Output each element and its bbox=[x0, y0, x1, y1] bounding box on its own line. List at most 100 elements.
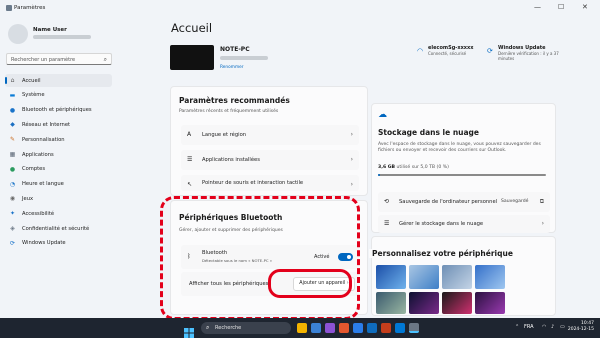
search-input[interactable]: Rechercher un paramètre ⌕ bbox=[6, 53, 112, 65]
sidebar-item-label: Jeux bbox=[22, 195, 34, 202]
sidebar-item-globe[interactable]: ◔ Heure et langue bbox=[5, 178, 112, 191]
theme-thumb-3[interactable] bbox=[442, 265, 472, 289]
sidebar-item-bluetooth[interactable]: ● Bluetooth et périphériques bbox=[5, 104, 112, 117]
file-explorer-icon[interactable] bbox=[297, 323, 307, 333]
settings-taskbar-icon[interactable] bbox=[409, 323, 419, 333]
backup-row[interactable]: ⟲ Sauvegarde de l'ordinateur personnel S… bbox=[378, 192, 550, 212]
device-image bbox=[170, 45, 214, 70]
rec-item-language[interactable]: A Langue et région › bbox=[181, 125, 359, 145]
theme-thumb-6[interactable] bbox=[409, 292, 439, 314]
recommended-title: Paramètres recommandés bbox=[179, 96, 290, 105]
theme-thumb-5[interactable] bbox=[376, 292, 406, 314]
store-icon[interactable] bbox=[353, 323, 363, 333]
cloud-used-amount: 3,6 GB bbox=[378, 165, 396, 170]
wifi-tray-icon[interactable]: ◠ bbox=[542, 324, 546, 330]
cloud-title: Stockage dans le nuage bbox=[378, 128, 480, 137]
volume-icon[interactable]: ♪ bbox=[551, 324, 554, 330]
theme-thumb-8[interactable] bbox=[475, 292, 505, 314]
sidebar-item-label: Personnalisation bbox=[22, 136, 65, 143]
sidebar-item-apps[interactable]: ▦ Applications bbox=[5, 148, 112, 161]
close-button[interactable]: ✕ bbox=[582, 3, 588, 11]
avatar[interactable] bbox=[8, 24, 28, 44]
recommended-card: Paramètres recommandés Paramètres récent… bbox=[170, 86, 368, 196]
wifi-icon: ◠ bbox=[417, 47, 424, 55]
apps-list-icon: ☰ bbox=[187, 156, 193, 163]
sidebar-item-accessibility[interactable]: ✦ Accessibilité bbox=[5, 207, 112, 220]
bluetooth-highlight bbox=[160, 196, 360, 320]
main-content: Accueil NOTE-PC Renommer ◠ elecomSg-xxxx… bbox=[160, 18, 600, 320]
taskbar: ⌕ Recherche ⌃ FRA ◠ ♪ ▭ 10:47 2024-12-15 bbox=[0, 318, 600, 338]
rename-link[interactable]: Renommer bbox=[220, 65, 244, 70]
language-icon: A bbox=[187, 131, 192, 138]
monitor-icon: ▬ bbox=[9, 91, 16, 99]
backup-icon: ⟲ bbox=[384, 198, 390, 205]
sidebar-item-label: Accueil bbox=[22, 77, 41, 84]
rec-item-installed-apps[interactable]: ☰ Applications installées › bbox=[181, 150, 359, 170]
user-name: Name User bbox=[33, 27, 67, 33]
sidebar-item-label: Confidentialité et sécurité bbox=[22, 225, 90, 232]
cloud-storage-card: ☁ Stockage dans le nuage Avec l'espace d… bbox=[371, 103, 556, 233]
maximize-button[interactable]: ☐ bbox=[558, 3, 564, 11]
manage-storage-icon: ☰ bbox=[384, 220, 390, 227]
cloud-description: Avec l'espace de stockage dans le nuage,… bbox=[378, 142, 541, 153]
cloud-icon: ☁ bbox=[378, 110, 387, 120]
sidebar-item-update[interactable]: ⟳ Windows Update bbox=[5, 237, 112, 250]
device-name: NOTE-PC bbox=[220, 46, 250, 53]
taskbar-search-label: Recherche bbox=[215, 324, 242, 331]
accessibility-icon: ✦ bbox=[9, 210, 16, 218]
cloud-used-suffix: utilisé sur 5,0 TB (0 %) bbox=[396, 165, 449, 170]
pointer-icon: ↖ bbox=[187, 181, 193, 188]
wifi-icon: ◆ bbox=[10, 121, 15, 129]
device-model-redacted bbox=[220, 56, 268, 60]
gamepad-icon: ◉ bbox=[9, 195, 16, 203]
language-indicator[interactable]: FRA bbox=[524, 324, 534, 330]
title-bar: Paramètres — ☐ ✕ bbox=[0, 0, 600, 18]
home-icon: ⌂ bbox=[10, 77, 15, 84]
taskbar-search[interactable]: ⌕ Recherche bbox=[201, 322, 291, 334]
sidebar-item-label: Bluetooth et périphériques bbox=[22, 107, 92, 114]
theme-thumb-4[interactable] bbox=[475, 265, 505, 289]
manage-cloud-row[interactable]: ☰ Gérer le stockage dans le nuage › bbox=[378, 215, 550, 233]
sidebar-item-label: Heure et langue bbox=[22, 181, 64, 188]
sidebar-item-brush[interactable]: ✎ Personnalisation bbox=[5, 133, 112, 146]
sidebar-item-monitor[interactable]: ▬ Système bbox=[5, 89, 112, 102]
update-icon: ⟳ bbox=[9, 239, 16, 247]
bluetooth-icon: ● bbox=[9, 106, 16, 114]
account-icon: ● bbox=[9, 165, 16, 173]
clock[interactable]: 10:47 2024-12-15 bbox=[568, 321, 594, 333]
sidebar-item-home[interactable]: ⌂ Accueil bbox=[5, 74, 112, 87]
start-button[interactable] bbox=[184, 323, 194, 338]
sidebar-item-label: Système bbox=[22, 92, 45, 99]
sidebar-item-account[interactable]: ● Comptes bbox=[5, 163, 112, 176]
sidebar-item-label: Applications bbox=[22, 151, 54, 158]
cloud-usage: 3,6 GB utilisé sur 5,0 TB (0 %) bbox=[378, 165, 449, 170]
apps-icon: ▦ bbox=[9, 151, 16, 158]
search-icon: ⌕ bbox=[103, 56, 107, 63]
tray-chevron-icon[interactable]: ⌃ bbox=[515, 324, 519, 330]
edge-icon[interactable] bbox=[311, 323, 321, 333]
sidebar-item-shield[interactable]: ◈ Confidentialité et sécurité bbox=[5, 222, 112, 235]
battery-icon[interactable]: ▭ bbox=[560, 324, 565, 330]
app-icon-7[interactable] bbox=[381, 323, 391, 333]
brush-icon: ✎ bbox=[9, 136, 16, 144]
rec-item-pointer[interactable]: ↖ Pointeur de souris et interaction tact… bbox=[181, 175, 359, 191]
theme-thumb-7[interactable] bbox=[442, 292, 472, 314]
personalize-card: Personnalisez votre périphérique bbox=[369, 236, 556, 316]
sidebar-item-gamepad[interactable]: ◉ Jeux bbox=[5, 192, 112, 205]
theme-thumb-2[interactable] bbox=[409, 265, 439, 289]
windows-update-status[interactable]: ⟳ Windows Update Dernière vérification : … bbox=[487, 45, 568, 61]
shield-icon: ◈ bbox=[10, 225, 15, 232]
wifi-status[interactable]: ◠ elecomSg-xxxxx Connecté, sécurisé bbox=[417, 45, 488, 56]
sidebar-item-label: Réseau et Internet bbox=[22, 121, 71, 128]
outlook-icon[interactable] bbox=[367, 323, 377, 333]
sidebar-item-label: Comptes bbox=[22, 166, 46, 173]
update-icon: ⟳ bbox=[487, 47, 493, 55]
sidebar-item-wifi[interactable]: ◆ Réseau et Internet bbox=[5, 118, 112, 131]
search-icon: ⌕ bbox=[206, 324, 210, 331]
personalize-title: Personnalisez votre périphérique bbox=[369, 249, 513, 258]
office-icon[interactable] bbox=[339, 323, 349, 333]
teams-icon[interactable] bbox=[325, 323, 335, 333]
minimize-button[interactable]: — bbox=[534, 3, 541, 11]
theme-thumb-1[interactable] bbox=[376, 265, 406, 289]
app-icon-8[interactable] bbox=[395, 323, 405, 333]
